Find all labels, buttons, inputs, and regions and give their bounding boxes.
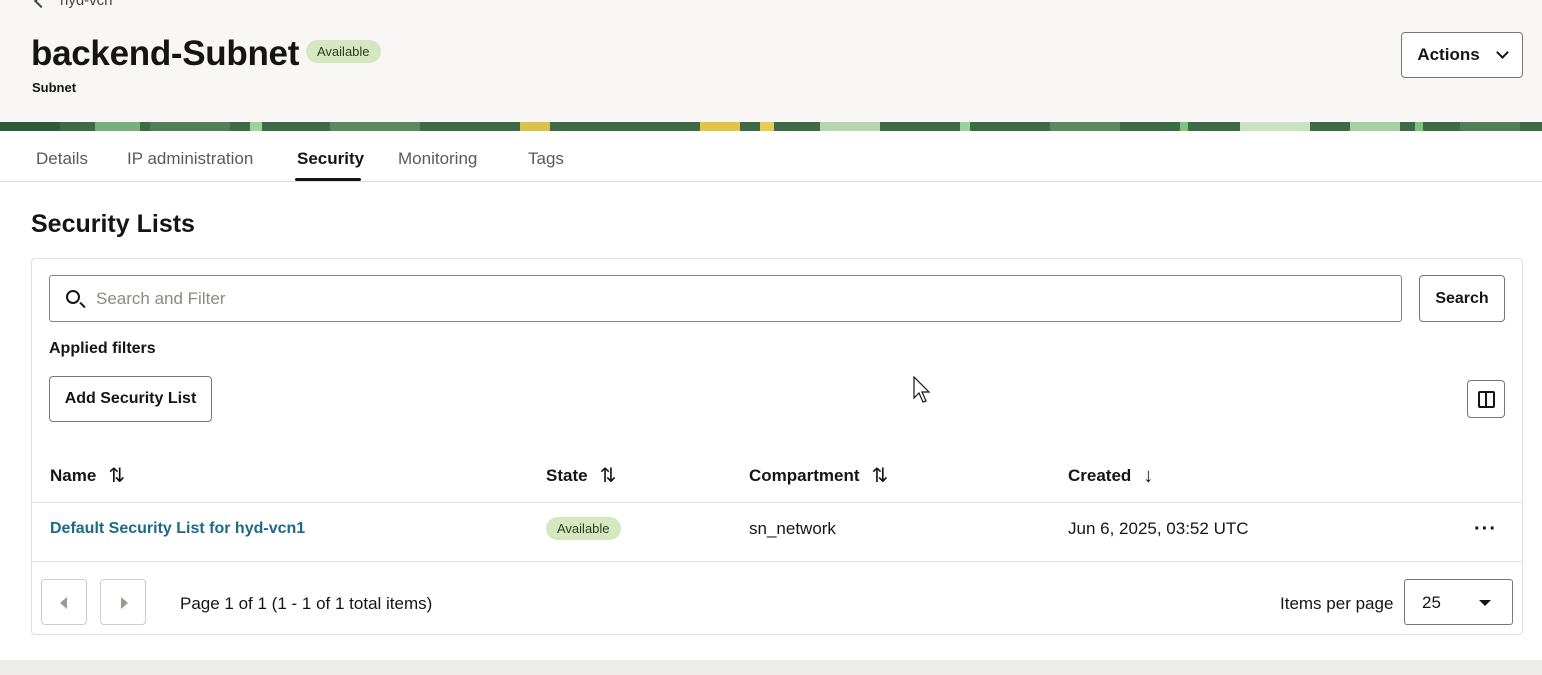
column-header-label: Name — [50, 466, 97, 485]
breadcrumb[interactable]: hyd-vcn — [33, 0, 113, 9]
table-divider — [32, 561, 1522, 562]
page-title: backend-Subnet — [31, 34, 300, 73]
decorative-banner — [0, 122, 1542, 131]
search-icon — [66, 290, 80, 304]
tab-security[interactable]: Security — [297, 149, 364, 169]
more-icon[interactable]: ··· — [1474, 519, 1497, 539]
active-tab-indicator — [295, 178, 361, 181]
table-divider — [32, 502, 1522, 503]
chevron-down-icon — [1495, 46, 1509, 59]
column-header-created[interactable]: Created ↓ — [1068, 466, 1153, 486]
column-settings-button[interactable] — [1467, 380, 1505, 418]
column-header-label: Created — [1068, 466, 1132, 485]
actions-label: Actions — [1417, 45, 1480, 64]
sort-icon[interactable]: ⇅ — [600, 466, 617, 486]
next-page-button[interactable] — [100, 579, 146, 625]
breadcrumb-parent[interactable]: hyd-vcn — [60, 0, 113, 9]
column-header-name[interactable]: Name ⇅ — [50, 466, 125, 486]
status-badge: Available — [306, 40, 381, 63]
pagination-info: Page 1 of 1 (1 - 1 of 1 total items) — [180, 594, 433, 613]
page-subtitle: Subnet — [32, 80, 77, 95]
column-header-state[interactable]: State ⇅ — [546, 466, 616, 486]
items-per-page-value: 25 — [1422, 593, 1441, 612]
tab-monitoring[interactable]: Monitoring — [398, 149, 477, 169]
search-field[interactable] — [49, 275, 1402, 322]
column-header-compartment[interactable]: Compartment ⇅ — [749, 466, 888, 486]
section-title: Security Lists — [31, 210, 195, 238]
search-input[interactable] — [96, 276, 1386, 321]
state-badge: Available — [546, 517, 621, 540]
caret-left-icon — [60, 597, 67, 609]
compartment-cell: sn_network — [749, 519, 836, 538]
search-button[interactable]: Search — [1419, 275, 1505, 322]
columns-icon — [1478, 391, 1495, 408]
add-security-list-button[interactable]: Add Security List — [49, 376, 212, 422]
tab-tags[interactable]: Tags — [528, 149, 564, 169]
items-per-page-label: Items per page — [1280, 594, 1394, 613]
security-list-name-link[interactable]: Default Security List for hyd-vcn1 — [50, 520, 305, 538]
caret-down-icon — [1479, 600, 1491, 606]
arrow-down-icon[interactable]: ↓ — [1143, 466, 1153, 486]
applied-filters-label: Applied filters — [49, 340, 156, 357]
actions-button[interactable]: Actions — [1401, 32, 1523, 78]
previous-page-button[interactable] — [41, 579, 87, 625]
chevron-left-icon — [33, 0, 49, 8]
tab-bar: Details IP administration Security Monit… — [0, 131, 1542, 182]
tab-ip-administration[interactable]: IP administration — [127, 149, 253, 169]
caret-right-icon — [121, 597, 128, 609]
sort-icon[interactable]: ⇅ — [108, 466, 125, 486]
column-header-label: State — [546, 466, 588, 485]
column-header-label: Compartment — [749, 466, 860, 485]
mouse-cursor-icon — [913, 376, 931, 403]
page-header: hyd-vcn backend-Subnet Available Subnet … — [0, 0, 1542, 122]
tab-details[interactable]: Details — [36, 149, 88, 169]
footer-background — [0, 660, 1542, 675]
items-per-page-select[interactable]: 25 — [1404, 579, 1513, 625]
created-cell: Jun 6, 2025, 03:52 UTC — [1068, 519, 1249, 538]
sort-icon[interactable]: ⇅ — [872, 466, 889, 486]
